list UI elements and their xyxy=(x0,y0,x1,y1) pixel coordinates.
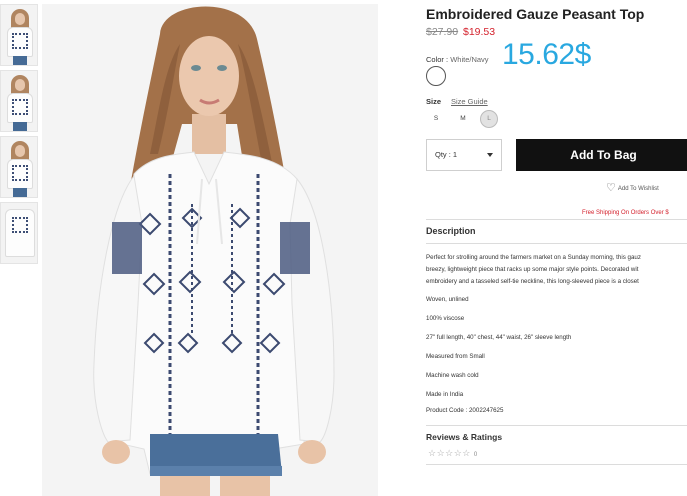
divider xyxy=(426,243,687,244)
review-count: 0 xyxy=(473,452,478,458)
product-code: Product Code : 2002247625 xyxy=(426,407,504,414)
color-label-text: Color xyxy=(426,55,444,64)
color-label: Color : White/Navy xyxy=(426,55,489,64)
original-price: $27.90 xyxy=(426,26,459,38)
wishlist-label: Add To Wishlist xyxy=(617,186,659,192)
overlay-price-annotation: 15.62$ xyxy=(502,38,591,71)
description-line: Woven, unlined xyxy=(426,296,469,303)
quantity-select[interactable]: Qty : 1 xyxy=(426,139,502,171)
model-illustration xyxy=(42,4,378,496)
description-line: Machine wash cold xyxy=(426,372,479,379)
product-main-image[interactable] xyxy=(42,4,378,496)
size-guide-link[interactable]: Size Guide xyxy=(451,97,488,106)
description-line: 27" full length, 40" chest, 44" waist, 2… xyxy=(426,334,572,341)
add-to-bag-button[interactable]: Add To Bag xyxy=(516,139,687,171)
description-line: 100% viscose xyxy=(426,315,465,322)
thumbnail-2[interactable] xyxy=(0,70,38,132)
color-separator: : xyxy=(446,55,449,64)
divider xyxy=(426,425,687,426)
description-line: Perfect for strolling around the farmers… xyxy=(426,254,641,261)
description-line: breezy, lightweight piece that racks up … xyxy=(426,266,639,273)
color-swatch-white-navy[interactable] xyxy=(426,66,446,86)
size-label: Size xyxy=(426,97,442,106)
description-line: Made in India xyxy=(426,391,464,398)
divider xyxy=(426,219,687,220)
description-heading: Description xyxy=(426,226,476,236)
description-line: Measured from Small xyxy=(426,353,485,360)
product-title: Embroidered Gauze Peasant Top xyxy=(426,6,645,22)
reviews-heading: Reviews & Ratings xyxy=(426,432,503,442)
rating-stars[interactable]: ☆☆☆☆☆ 0 xyxy=(428,448,478,459)
thumbnail-3[interactable] xyxy=(0,136,38,198)
size-option-l[interactable]: L xyxy=(480,110,498,128)
size-option-m[interactable]: M xyxy=(454,110,472,128)
heart-icon: ♡ xyxy=(606,182,616,194)
color-value: White/Navy xyxy=(450,55,489,64)
caret-down-icon xyxy=(487,153,493,157)
add-to-wishlist-link[interactable]: ♡ Add To Wishlist xyxy=(606,181,659,194)
divider xyxy=(426,464,687,465)
size-option-s[interactable]: S xyxy=(427,110,445,128)
sale-price: $19.53 xyxy=(463,26,496,38)
thumbnail-1[interactable] xyxy=(0,4,38,66)
product-info-panel: Embroidered Gauze Peasant Top $27.90 $19… xyxy=(426,0,687,496)
thumbnail-gallery xyxy=(0,4,40,268)
free-shipping-notice[interactable]: Free Shipping On Orders Over $ xyxy=(582,210,669,216)
description-line: embroidery and a tasseled self-tie neckl… xyxy=(426,278,639,285)
star-rating-icons: ☆☆☆☆☆ xyxy=(428,448,471,458)
thumbnail-4[interactable] xyxy=(0,202,38,264)
quantity-label: Qty : 1 xyxy=(435,150,458,159)
